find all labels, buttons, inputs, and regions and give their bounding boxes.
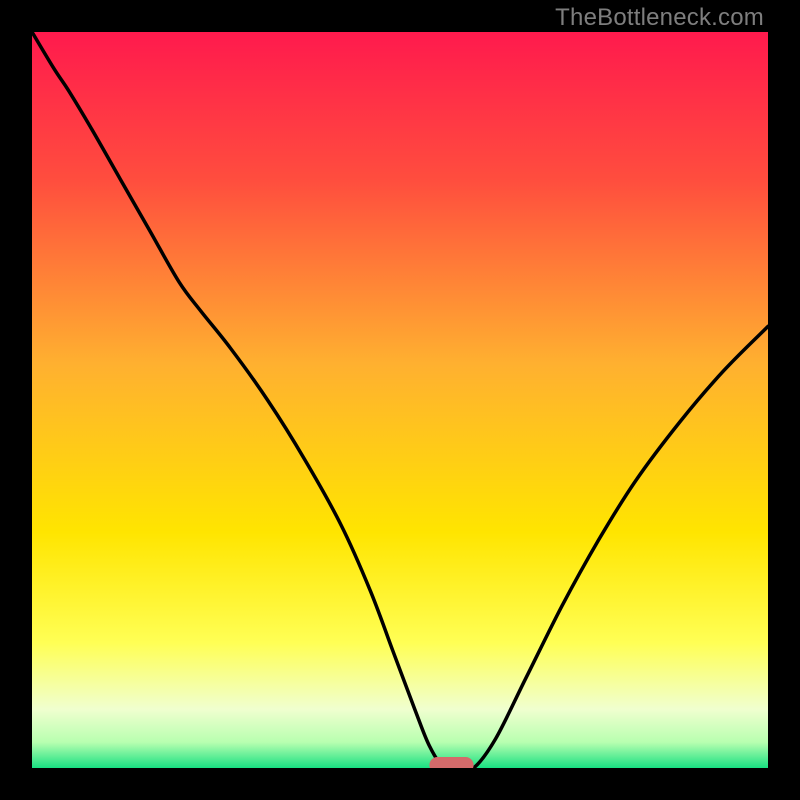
watermark-text: TheBottleneck.com: [555, 4, 764, 32]
chart-svg: [32, 32, 768, 768]
gradient-background: [32, 32, 768, 768]
optimal-range-marker: [429, 757, 473, 768]
outer-frame: TheBottleneck.com: [0, 0, 800, 800]
bottleneck-chart: [32, 32, 768, 768]
